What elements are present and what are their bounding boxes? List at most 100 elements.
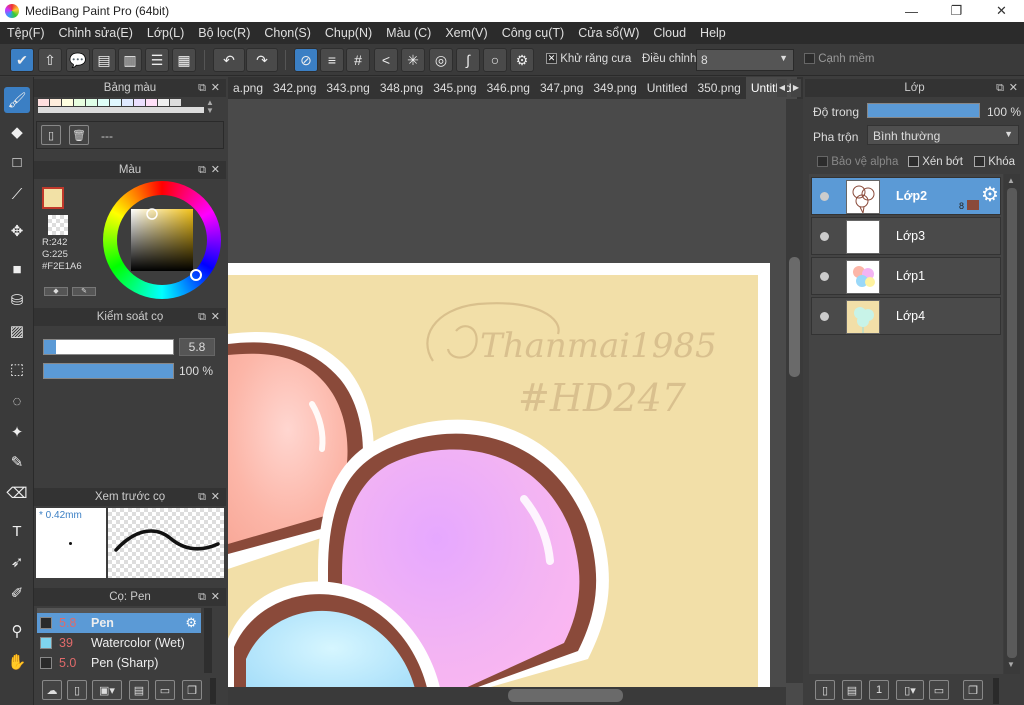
color-mode-button[interactable]: ◆ <box>44 287 68 296</box>
visibility-icon[interactable] <box>820 272 829 281</box>
tab-document[interactable]: 348.png <box>375 77 428 99</box>
menu-color[interactable]: Màu (C) <box>386 26 431 40</box>
brush-size-slider[interactable] <box>43 339 174 355</box>
menu-tools[interactable]: Công cụ(T) <box>502 26 565 40</box>
popout-icon[interactable]: ⧉ <box>198 488 206 506</box>
protect-alpha-checkbox[interactable] <box>817 156 828 168</box>
speech-bubble-icon[interactable]: 💬 <box>66 48 90 72</box>
fill-rect-tool-icon[interactable]: ■ <box>4 256 30 282</box>
redo-icon[interactable]: ↷ <box>246 48 278 72</box>
popout-icon[interactable]: ⧉ <box>198 308 206 326</box>
folder-icon[interactable]: ▭ <box>929 680 949 700</box>
parallel-snap-icon[interactable]: ≡ <box>320 48 344 72</box>
scroll-down-icon[interactable]: ▼ <box>1007 660 1015 669</box>
tab-document-active[interactable]: Untitled <box>745 77 797 99</box>
tab-document[interactable]: a.png <box>228 77 268 99</box>
visibility-icon[interactable] <box>820 192 829 201</box>
snap-off-icon[interactable]: ⊘ <box>294 48 318 72</box>
tab-document[interactable]: 350.png <box>692 77 745 99</box>
protect-alpha-toggle[interactable]: Bảo vệ alpha <box>817 156 898 168</box>
dot-tool-icon[interactable]: ⟋ <box>4 181 30 207</box>
layer-row-lop3[interactable]: Lớp3 <box>811 217 1001 255</box>
palette-swatches[interactable] <box>38 99 204 113</box>
vanishing-point-icon[interactable]: < <box>374 48 398 72</box>
lock-toggle[interactable]: Khóa <box>974 156 1015 168</box>
menu-filter[interactable]: Bộ lọc(R) <box>198 26 250 40</box>
soft-edge-checkbox[interactable] <box>804 53 815 65</box>
tab-scroll-right-icon[interactable]: ▶ <box>791 79 801 97</box>
close-icon[interactable]: ✕ <box>211 308 220 326</box>
layer-opacity-slider[interactable] <box>867 103 980 118</box>
visibility-icon[interactable] <box>820 312 829 321</box>
concentric-snap-icon[interactable]: ◎ <box>429 48 453 72</box>
tab-document[interactable]: 346.png <box>482 77 535 99</box>
text-tool-icon[interactable]: T <box>4 518 30 544</box>
close-icon[interactable]: ✕ <box>211 488 220 506</box>
close-icon[interactable]: ✕ <box>211 588 220 606</box>
lasso-tool-icon[interactable]: ◌ <box>4 388 30 414</box>
popout-icon[interactable]: ⧉ <box>198 79 206 97</box>
layer-row-lop2[interactable]: Lớp2 8 ⚙ <box>811 177 1001 215</box>
tab-scroll-left-icon[interactable]: ◀ <box>777 79 787 97</box>
popout-icon[interactable]: ⧉ <box>198 161 206 179</box>
tab-document[interactable]: 347.png <box>535 77 588 99</box>
eyedropper-tool-icon[interactable]: ⚲ <box>4 618 30 644</box>
brush-list-scrollbar[interactable] <box>204 608 212 673</box>
check-icon[interactable]: ✔ <box>10 48 34 72</box>
canvas-horizontal-scrollbar[interactable] <box>228 687 786 705</box>
new-layer-icon[interactable]: ▯ <box>815 680 835 700</box>
menu-window[interactable]: Cửa sổ(W) <box>578 26 639 40</box>
layer-scroll-thumb[interactable] <box>1007 188 1017 658</box>
menu-file[interactable]: Tệp(F) <box>7 26 45 40</box>
tab-document[interactable]: 345.png <box>428 77 481 99</box>
eraser-tool-icon[interactable]: ◆ <box>4 119 30 145</box>
select-tool-icon[interactable]: ⬚ <box>4 356 30 382</box>
visibility-icon[interactable] <box>820 232 829 241</box>
operation-tool-icon[interactable]: ➶ <box>4 549 30 575</box>
gradient-tool-icon[interactable]: ▨ <box>4 318 30 344</box>
layer-row-lop1[interactable]: Lớp1 <box>811 257 1001 295</box>
magic-wand-tool-icon[interactable]: ✦ <box>4 419 30 445</box>
canvas-vertical-scrollbar[interactable] <box>786 99 803 683</box>
new-halftone-layer-icon[interactable]: ▤ <box>842 680 862 700</box>
menu-cloud[interactable]: Cloud <box>653 26 686 40</box>
close-button[interactable]: ✕ <box>979 0 1024 22</box>
grid-check-icon[interactable]: ▦ <box>172 48 196 72</box>
soft-edge-toggle[interactable]: Cạnh mềm <box>804 53 874 65</box>
color-wheel[interactable] <box>103 181 221 299</box>
folder-icon[interactable]: ▭ <box>155 680 175 700</box>
brush-size-value[interactable]: 5.8 <box>179 338 215 356</box>
move-tool-icon[interactable]: ✥ <box>4 218 30 244</box>
canvas-artwork[interactable]: Thanmai1985 #HD247 <box>228 99 803 705</box>
palette-swatch-row[interactable] <box>38 99 204 113</box>
transparent-color-swatch[interactable] <box>48 215 68 235</box>
menu-layer[interactable]: Lớp(L) <box>147 26 184 40</box>
antialias-toggle[interactable]: ✕ Khử răng cưa <box>546 53 631 65</box>
rectangle-tool-icon[interactable]: □ <box>4 149 30 175</box>
menu-edit[interactable]: Chỉnh sửa(E) <box>59 26 133 40</box>
menu-select[interactable]: Chọn(S) <box>264 26 311 40</box>
tab-document[interactable]: 349.png <box>588 77 641 99</box>
vertical-scroll-thumb[interactable] <box>789 257 800 377</box>
horizontal-scroll-thumb[interactable] <box>508 689 623 702</box>
adjust-select[interactable]: 8 ▼ <box>696 49 794 71</box>
brush-opacity-slider[interactable] <box>43 363 174 379</box>
list-icon[interactable]: ☰ <box>145 48 169 72</box>
text-bubble-icon[interactable]: ▤ <box>92 48 116 72</box>
clipping-checkbox[interactable] <box>908 156 919 168</box>
close-icon[interactable]: ✕ <box>211 161 220 179</box>
duplicate-icon[interactable]: ❐ <box>182 680 202 700</box>
new-palette-icon[interactable]: ▯ <box>41 125 61 145</box>
select-eraser-tool-icon[interactable]: ⌫ <box>4 480 30 506</box>
minimize-button[interactable]: — <box>889 0 934 22</box>
gear-icon[interactable]: ⚙ <box>185 615 197 631</box>
ellipse-snap-icon[interactable]: ○ <box>483 48 507 72</box>
cloud-download-icon[interactable]: ☁ <box>42 680 62 700</box>
popout-icon[interactable]: ⧉ <box>198 588 206 606</box>
curve-snap-icon[interactable]: ∫ <box>456 48 480 72</box>
tab-document[interactable]: 342.png <box>268 77 321 99</box>
lock-checkbox[interactable] <box>974 156 985 168</box>
trash-icon[interactable]: 🗑 <box>69 125 89 145</box>
brush-properties-icon[interactable]: ▤ <box>129 680 149 700</box>
tab-document[interactable]: Untitled <box>642 77 693 99</box>
